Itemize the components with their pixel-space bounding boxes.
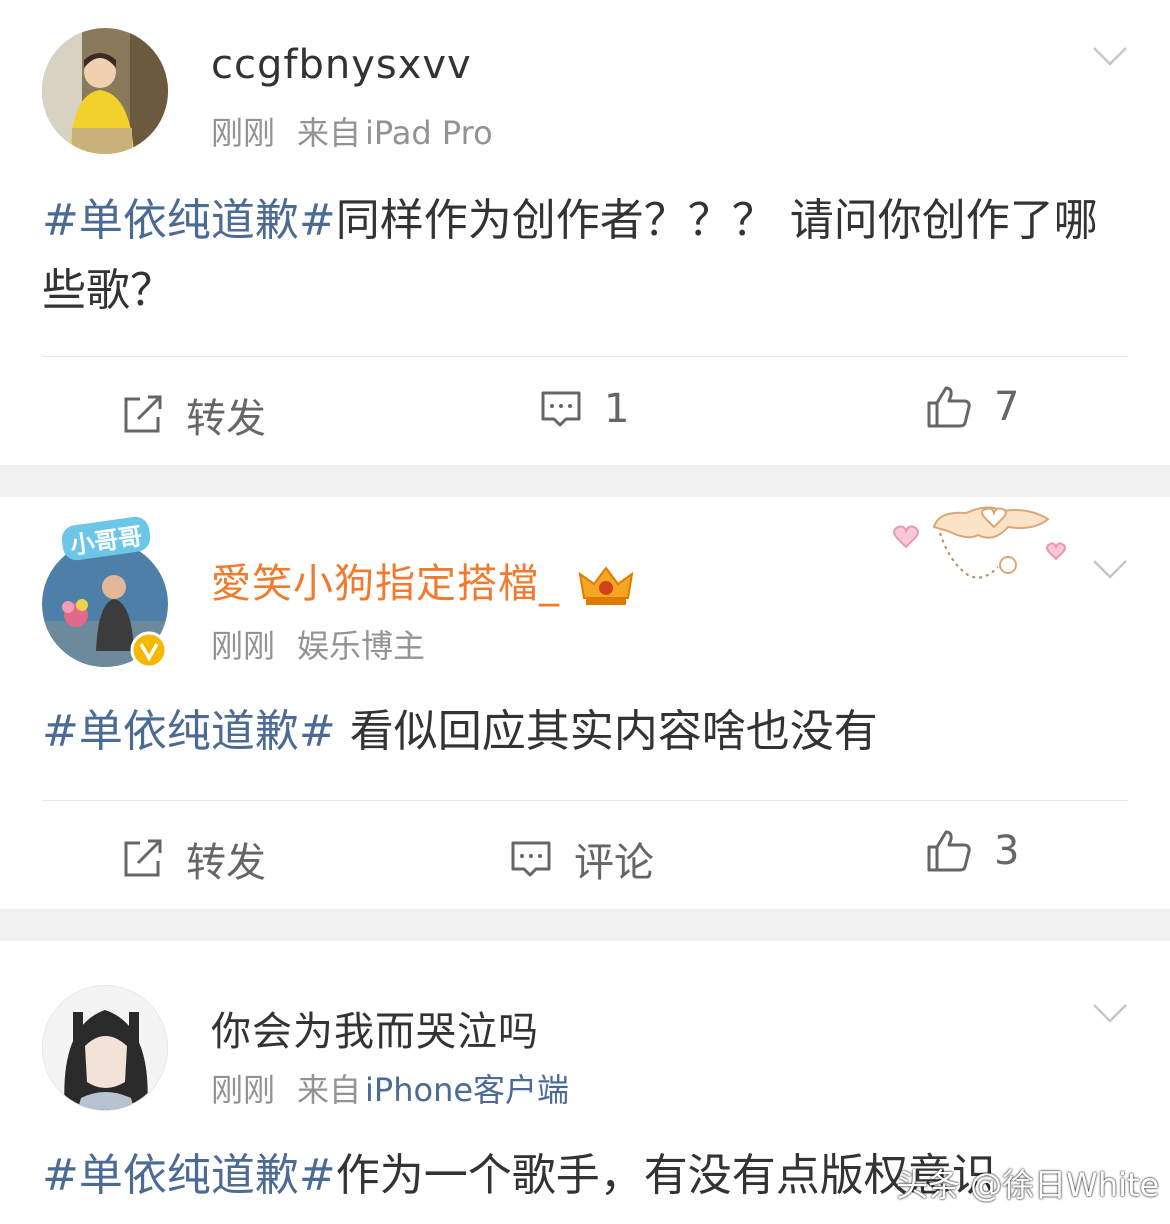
username[interactable]: 愛笑小狗指定搭檔_ (211, 551, 634, 609)
like-count: 3 (994, 828, 1020, 874)
post-meta: 刚刚 来自 iPad Pro (211, 108, 493, 154)
comment-icon (541, 391, 581, 427)
crown-icon (578, 566, 634, 605)
repost-label: 转发 (186, 840, 266, 886)
verified-icon (130, 631, 168, 669)
chevron-down-icon[interactable] (1092, 44, 1128, 68)
post-2: 小哥哥 愛笑小狗指定搭檔_ 刚刚 娱乐博主 #单依纯道歉# 看似回应其实内容啥也没… (0, 497, 1170, 909)
repost-button[interactable]: 转发 (122, 830, 266, 888)
username[interactable]: ccgfbnysxvv (211, 42, 472, 88)
divider (42, 356, 1128, 357)
watermark: 头条 @徐日White (896, 1166, 1160, 1204)
source-prefix: 来自 (297, 1071, 362, 1109)
post-content: #单依纯道歉#同样作为创作者？？？ 请问你创作了哪些歌？ (42, 186, 1132, 326)
comment-icon (511, 841, 551, 877)
like-button[interactable]: 3 (926, 828, 1019, 874)
post-time: 刚刚 (211, 1071, 276, 1109)
post-text: 看似回应其实内容啥也没有 (335, 706, 878, 757)
like-icon (927, 830, 971, 872)
post-1: ccgfbnysxvv 刚刚 来自 iPad Pro #单依纯道歉#同样作为创作者？… (0, 0, 1170, 465)
comment-button[interactable]: 1 (540, 386, 629, 432)
post-separator (0, 465, 1170, 497)
hashtag[interactable]: #单依纯道歉# (42, 706, 336, 757)
post-meta: 刚刚 来自 iPhone客户端 (211, 1065, 569, 1111)
source-prefix: 来自 (297, 114, 362, 152)
post-time: 刚刚 (211, 114, 276, 152)
hashtag[interactable]: #单依纯道歉# (42, 1150, 336, 1201)
comment-count: 1 (604, 386, 630, 432)
like-button[interactable]: 7 (926, 384, 1019, 430)
avatar[interactable] (42, 985, 168, 1111)
avatar[interactable] (42, 28, 168, 154)
repost-label: 转发 (186, 396, 266, 442)
comment-button[interactable]: 评论 (510, 830, 654, 888)
username[interactable]: 你会为我而哭泣吗 (211, 999, 539, 1057)
chevron-down-icon[interactable] (1092, 1001, 1128, 1025)
repost-icon (124, 839, 162, 877)
repost-icon (124, 395, 162, 433)
heart-icon (893, 506, 1066, 579)
source-device[interactable]: iPhone客户端 (365, 1071, 569, 1109)
post-meta: 刚刚 娱乐博主 (211, 621, 425, 667)
hashtag[interactable]: #单依纯道歉# (42, 195, 336, 246)
username-text: 愛笑小狗指定搭檔_ (211, 561, 560, 607)
verified-title: 娱乐博主 (297, 627, 426, 665)
post-separator (0, 909, 1170, 941)
repost-button[interactable]: 转发 (122, 386, 266, 444)
post-content: #单依纯道歉# 看似回应其实内容啥也没有 (42, 697, 1132, 767)
divider (42, 800, 1128, 801)
like-icon (927, 386, 971, 428)
source-device: iPad Pro (365, 114, 493, 152)
comment-label: 评论 (574, 840, 654, 886)
post-time: 刚刚 (211, 627, 276, 665)
chevron-down-icon[interactable] (1092, 557, 1128, 581)
like-count: 7 (994, 384, 1020, 430)
